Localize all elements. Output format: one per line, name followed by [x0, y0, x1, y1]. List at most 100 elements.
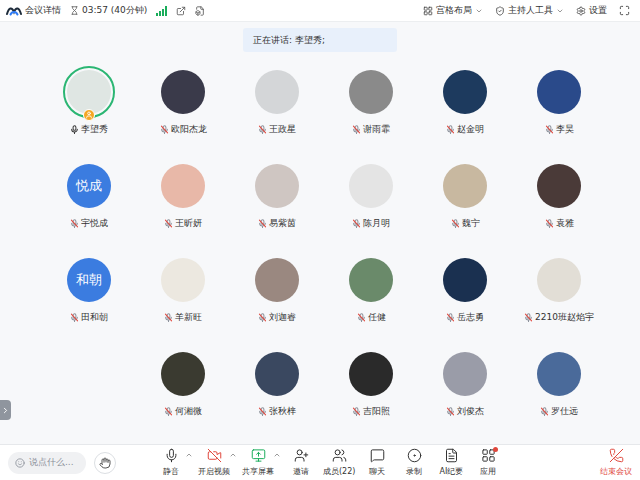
participant-tile[interactable]: 谢雨霏	[324, 66, 418, 135]
document-icon	[195, 6, 205, 16]
emoji-icon	[15, 458, 25, 468]
participant-tile[interactable]: 魏宁	[418, 160, 512, 229]
participant-tile[interactable]: 羊新旺	[136, 254, 230, 323]
avatar-ring	[251, 66, 303, 118]
layout-button[interactable]: 宫格布局	[423, 4, 483, 17]
video-off-button[interactable]: 开启视频	[196, 448, 232, 477]
avatar-ring	[345, 254, 397, 306]
ai-button[interactable]: AI纪要	[434, 448, 468, 477]
raise-hand-button[interactable]	[94, 452, 116, 474]
name-text: 谢雨霏	[363, 123, 390, 135]
chevron-down-icon	[556, 7, 564, 15]
name-text: 刘迦睿	[269, 311, 296, 323]
avatar-ring	[157, 66, 209, 118]
name-text: 刘俊杰	[457, 405, 484, 417]
mic-button[interactable]: 静音	[154, 448, 188, 477]
chat-input[interactable]: 说点什么...	[8, 452, 86, 474]
avatar-photo	[161, 70, 205, 114]
text-avatar: 悦成	[67, 164, 111, 208]
share-button[interactable]: 共享屏幕	[240, 448, 276, 477]
avatar-photo	[161, 258, 205, 302]
participant-tile[interactable]: 赵金明	[418, 66, 512, 135]
popout-button[interactable]	[176, 6, 186, 16]
name-text: 任健	[368, 311, 386, 323]
chat-button[interactable]: 聊天	[360, 448, 394, 477]
speaking-banner: 正在讲话: 李望秀;	[243, 28, 397, 52]
avatar-photo	[161, 352, 205, 396]
participant-tile[interactable]: 易紫茵	[230, 160, 324, 229]
name-text: 羊新旺	[175, 311, 202, 323]
avatar-photo	[349, 258, 393, 302]
fullscreen-icon	[619, 5, 630, 16]
signal-icon	[156, 6, 167, 16]
avatar-ring	[533, 66, 585, 118]
participant-tile[interactable]: 李望秀	[42, 66, 136, 135]
participant-tile[interactable]: 罗仕远	[512, 348, 606, 417]
mic-muted-icon	[352, 407, 361, 416]
avatar-photo	[255, 258, 299, 302]
mic-muted-icon	[545, 219, 554, 228]
settings-button[interactable]: 设置	[576, 4, 607, 17]
document-button[interactable]	[195, 6, 205, 16]
avatar-ring	[439, 254, 491, 306]
participant-tile[interactable]: 王政星	[230, 66, 324, 135]
menu-caret[interactable]	[229, 451, 237, 459]
participant-name: 田和朝	[70, 311, 108, 323]
menu-caret[interactable]	[185, 451, 193, 459]
invite-button[interactable]: 邀请	[284, 448, 318, 477]
mic-icon	[164, 448, 179, 463]
participant-tile[interactable]: 何湘微	[136, 348, 230, 417]
participant-name: 张秋梓	[258, 405, 296, 417]
participant-name: 易紫茵	[258, 217, 296, 229]
side-panel-toggle[interactable]	[0, 400, 11, 420]
participant-tile[interactable]: 陈月明	[324, 160, 418, 229]
menu-caret[interactable]	[273, 451, 281, 459]
toolbar-item: 成员(22)	[321, 448, 357, 477]
host-tools-button[interactable]: 主持人工具	[495, 4, 564, 17]
avatar-photo	[537, 352, 581, 396]
name-text: 袁雅	[556, 217, 574, 229]
participant-tile[interactable]: 李昊	[512, 66, 606, 135]
participant-tile[interactable]: 悦成宇悦成	[42, 160, 136, 229]
mic-muted-icon	[258, 407, 267, 416]
meeting-info-button[interactable]: 会议详情	[6, 4, 61, 17]
hourglass-icon	[70, 6, 79, 15]
fullscreen-button[interactable]	[619, 5, 630, 16]
name-text: 2210班赵焰宇	[535, 311, 594, 323]
avatar-ring	[345, 348, 397, 400]
record-button[interactable]: 录制	[397, 448, 431, 477]
video-off-icon	[207, 448, 222, 463]
participant-name: 陈月明	[352, 217, 390, 229]
participant-tile[interactable]: 和朝田和朝	[42, 254, 136, 323]
mic-muted-icon	[70, 219, 79, 228]
avatar-photo	[349, 352, 393, 396]
avatar-ring	[533, 254, 585, 306]
participant-tile[interactable]: 吉阳照	[324, 348, 418, 417]
grid-row: 悦成宇悦成王昕妍 易紫茵 陈月明 魏宁 袁雅	[42, 160, 606, 229]
name-text: 王政星	[269, 123, 296, 135]
participant-name: 魏宁	[451, 217, 480, 229]
participant-tile[interactable]: 2210班赵焰宇	[512, 254, 606, 323]
avatar-photo	[537, 258, 581, 302]
name-text: 李昊	[556, 123, 574, 135]
avatar-ring	[439, 66, 491, 118]
mic-muted-icon	[451, 219, 460, 228]
mic-muted-icon	[258, 313, 267, 322]
participant-tile[interactable]: 张秋梓	[230, 348, 324, 417]
participant-tile[interactable]: 王昕妍	[136, 160, 230, 229]
network-signal[interactable]	[156, 6, 167, 16]
avatar-ring	[251, 254, 303, 306]
avatar-ring	[157, 254, 209, 306]
name-text: 何湘微	[175, 405, 202, 417]
participant-tile[interactable]: 岳志勇	[418, 254, 512, 323]
participant-tile[interactable]: 刘迦睿	[230, 254, 324, 323]
participant-name: 王昕妍	[164, 217, 202, 229]
members-button[interactable]: 成员(22)	[321, 448, 357, 477]
participant-tile[interactable]: 欧阳杰龙	[136, 66, 230, 135]
participant-tile[interactable]: 袁雅	[512, 160, 606, 229]
apps-button[interactable]: 应用	[471, 448, 505, 477]
participant-tile[interactable]: 刘俊杰	[418, 348, 512, 417]
participant-tile[interactable]: 任健	[324, 254, 418, 323]
end-meeting-button[interactable]: 结束会议	[598, 448, 634, 477]
avatar-photo	[349, 164, 393, 208]
